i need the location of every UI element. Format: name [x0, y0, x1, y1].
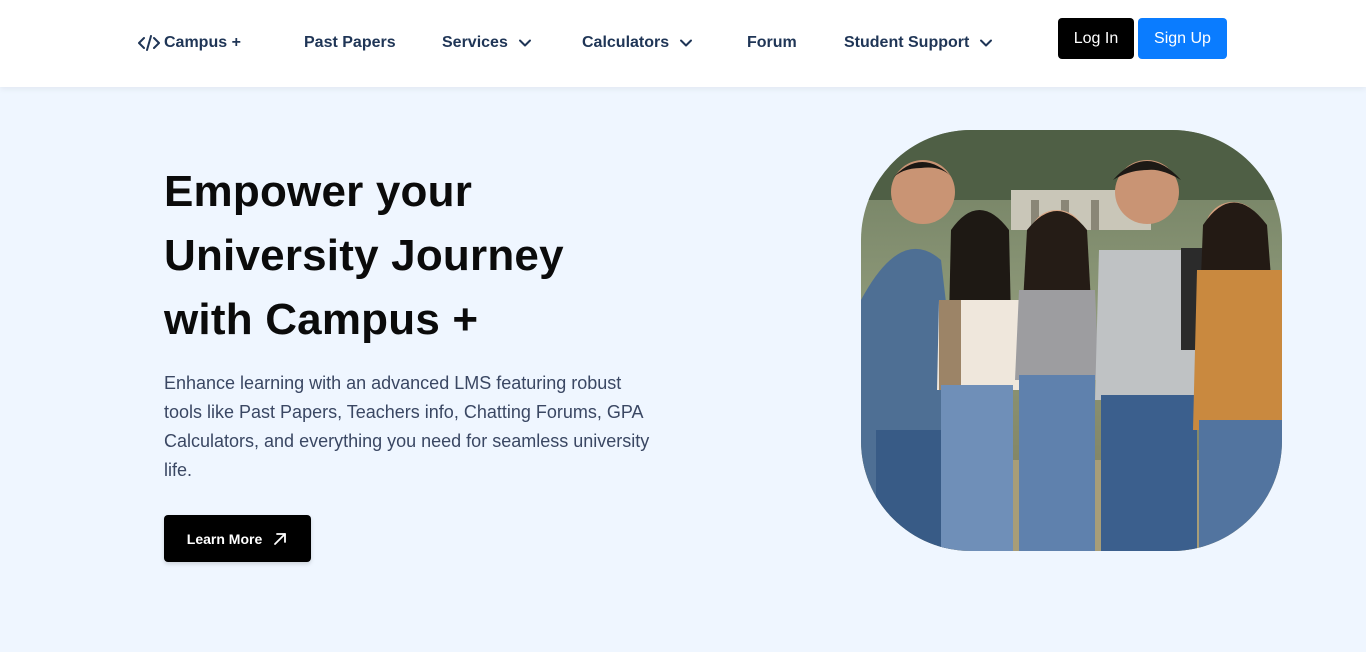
hero-title-line: with Campus + [164, 295, 479, 344]
nav-item-label: Services [442, 34, 508, 51]
nav-item-services[interactable]: Services [442, 32, 532, 54]
chevron-down-icon [679, 36, 693, 50]
nav-item-forum[interactable]: Forum [747, 32, 797, 54]
hero-title-line: University Journey [164, 231, 564, 280]
top-navbar: Campus + Past Papers Services Calculator… [0, 0, 1366, 87]
chevron-down-icon [518, 36, 532, 50]
hero-title-line: Empower your [164, 167, 473, 216]
nav-item-label: Student Support [844, 34, 970, 51]
nav-item-past-papers[interactable]: Past Papers [304, 32, 396, 54]
nav-item-student-support[interactable]: Student Support [844, 32, 993, 54]
hero-title: Empower your University Journey with Cam… [164, 160, 644, 352]
arrow-up-right-icon [272, 531, 288, 547]
brand-name: Campus + [164, 34, 241, 51]
nav-item-label: Forum [747, 34, 797, 51]
hero-students-photo [861, 130, 1282, 551]
brand-logo-link[interactable]: Campus + [138, 32, 241, 54]
nav-item-label: Calculators [582, 34, 670, 51]
login-button[interactable]: Log In [1058, 18, 1134, 59]
nav-item-calculators[interactable]: Calculators [582, 32, 693, 54]
learn-more-button[interactable]: Learn More [164, 515, 311, 562]
nav-item-label: Past Papers [304, 34, 396, 51]
hero-description: Enhance learning with an advanced LMS fe… [164, 373, 650, 480]
code-icon [138, 34, 160, 52]
chevron-down-icon [979, 36, 993, 50]
learn-more-label: Learn More [186, 530, 263, 547]
signup-button[interactable]: Sign Up [1138, 18, 1227, 59]
